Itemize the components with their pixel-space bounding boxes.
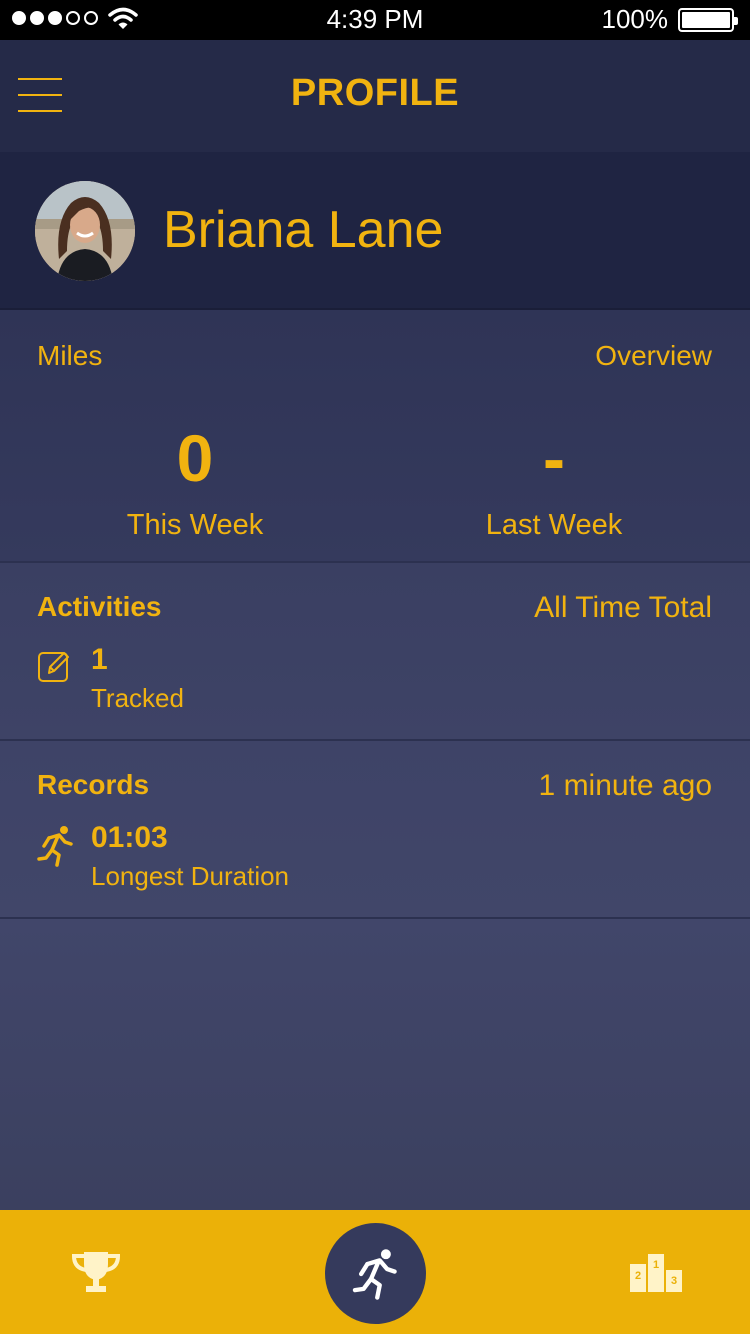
navigation-bar: PROFILE xyxy=(0,40,750,152)
last-week-stat: - Last Week xyxy=(404,425,704,542)
records-title: Records xyxy=(37,769,150,800)
podium-label-1: 1 xyxy=(653,1259,659,1271)
battery-percentage: 100% xyxy=(601,4,669,34)
this-week-stat: 0 This Week xyxy=(45,425,345,542)
profile-header: Briana Lane xyxy=(0,152,750,310)
podium-icon[interactable]: 2 1 3 xyxy=(628,1250,684,1294)
miles-panel: Miles Overview 0 This Week - Last Week xyxy=(0,310,750,563)
this-week-label: This Week xyxy=(126,509,264,541)
records-updated-time: 1 minute ago xyxy=(538,769,712,802)
activities-count-label: Tracked xyxy=(91,683,184,713)
last-week-label: Last Week xyxy=(485,509,623,541)
this-week-value: 0 xyxy=(176,421,214,495)
activities-title: Activities xyxy=(37,591,162,622)
miles-title: Miles xyxy=(37,340,103,371)
overview-link[interactable]: Overview xyxy=(595,340,712,372)
podium-label-2: 2 xyxy=(635,1270,641,1282)
running-icon xyxy=(352,1249,397,1300)
podium-label-3: 3 xyxy=(671,1275,677,1287)
status-bar: 4:39 PM 100% xyxy=(0,0,750,40)
activities-count: 1 xyxy=(91,643,108,676)
trophy-icon[interactable] xyxy=(68,1250,124,1294)
all-time-total-label: All Time Total xyxy=(534,591,712,624)
battery-icon xyxy=(678,8,738,32)
page-title: PROFILE xyxy=(290,72,460,114)
tab-run[interactable] xyxy=(325,1223,426,1324)
longest-duration-label: Longest Duration xyxy=(91,861,290,891)
edit-icon xyxy=(38,652,69,682)
avatar[interactable] xyxy=(35,181,135,281)
records-panel: Records 1 minute ago 01:03 Longest Durat… xyxy=(0,741,750,919)
user-name: Briana Lane xyxy=(163,201,444,259)
last-week-value: - xyxy=(543,421,565,495)
tab-bar: 2 1 3 xyxy=(0,1210,750,1334)
content-background xyxy=(0,919,750,1210)
running-icon xyxy=(37,826,73,867)
longest-duration-value: 01:03 xyxy=(91,821,168,854)
activities-panel: Activities All Time Total 1 Tracked xyxy=(0,563,750,741)
